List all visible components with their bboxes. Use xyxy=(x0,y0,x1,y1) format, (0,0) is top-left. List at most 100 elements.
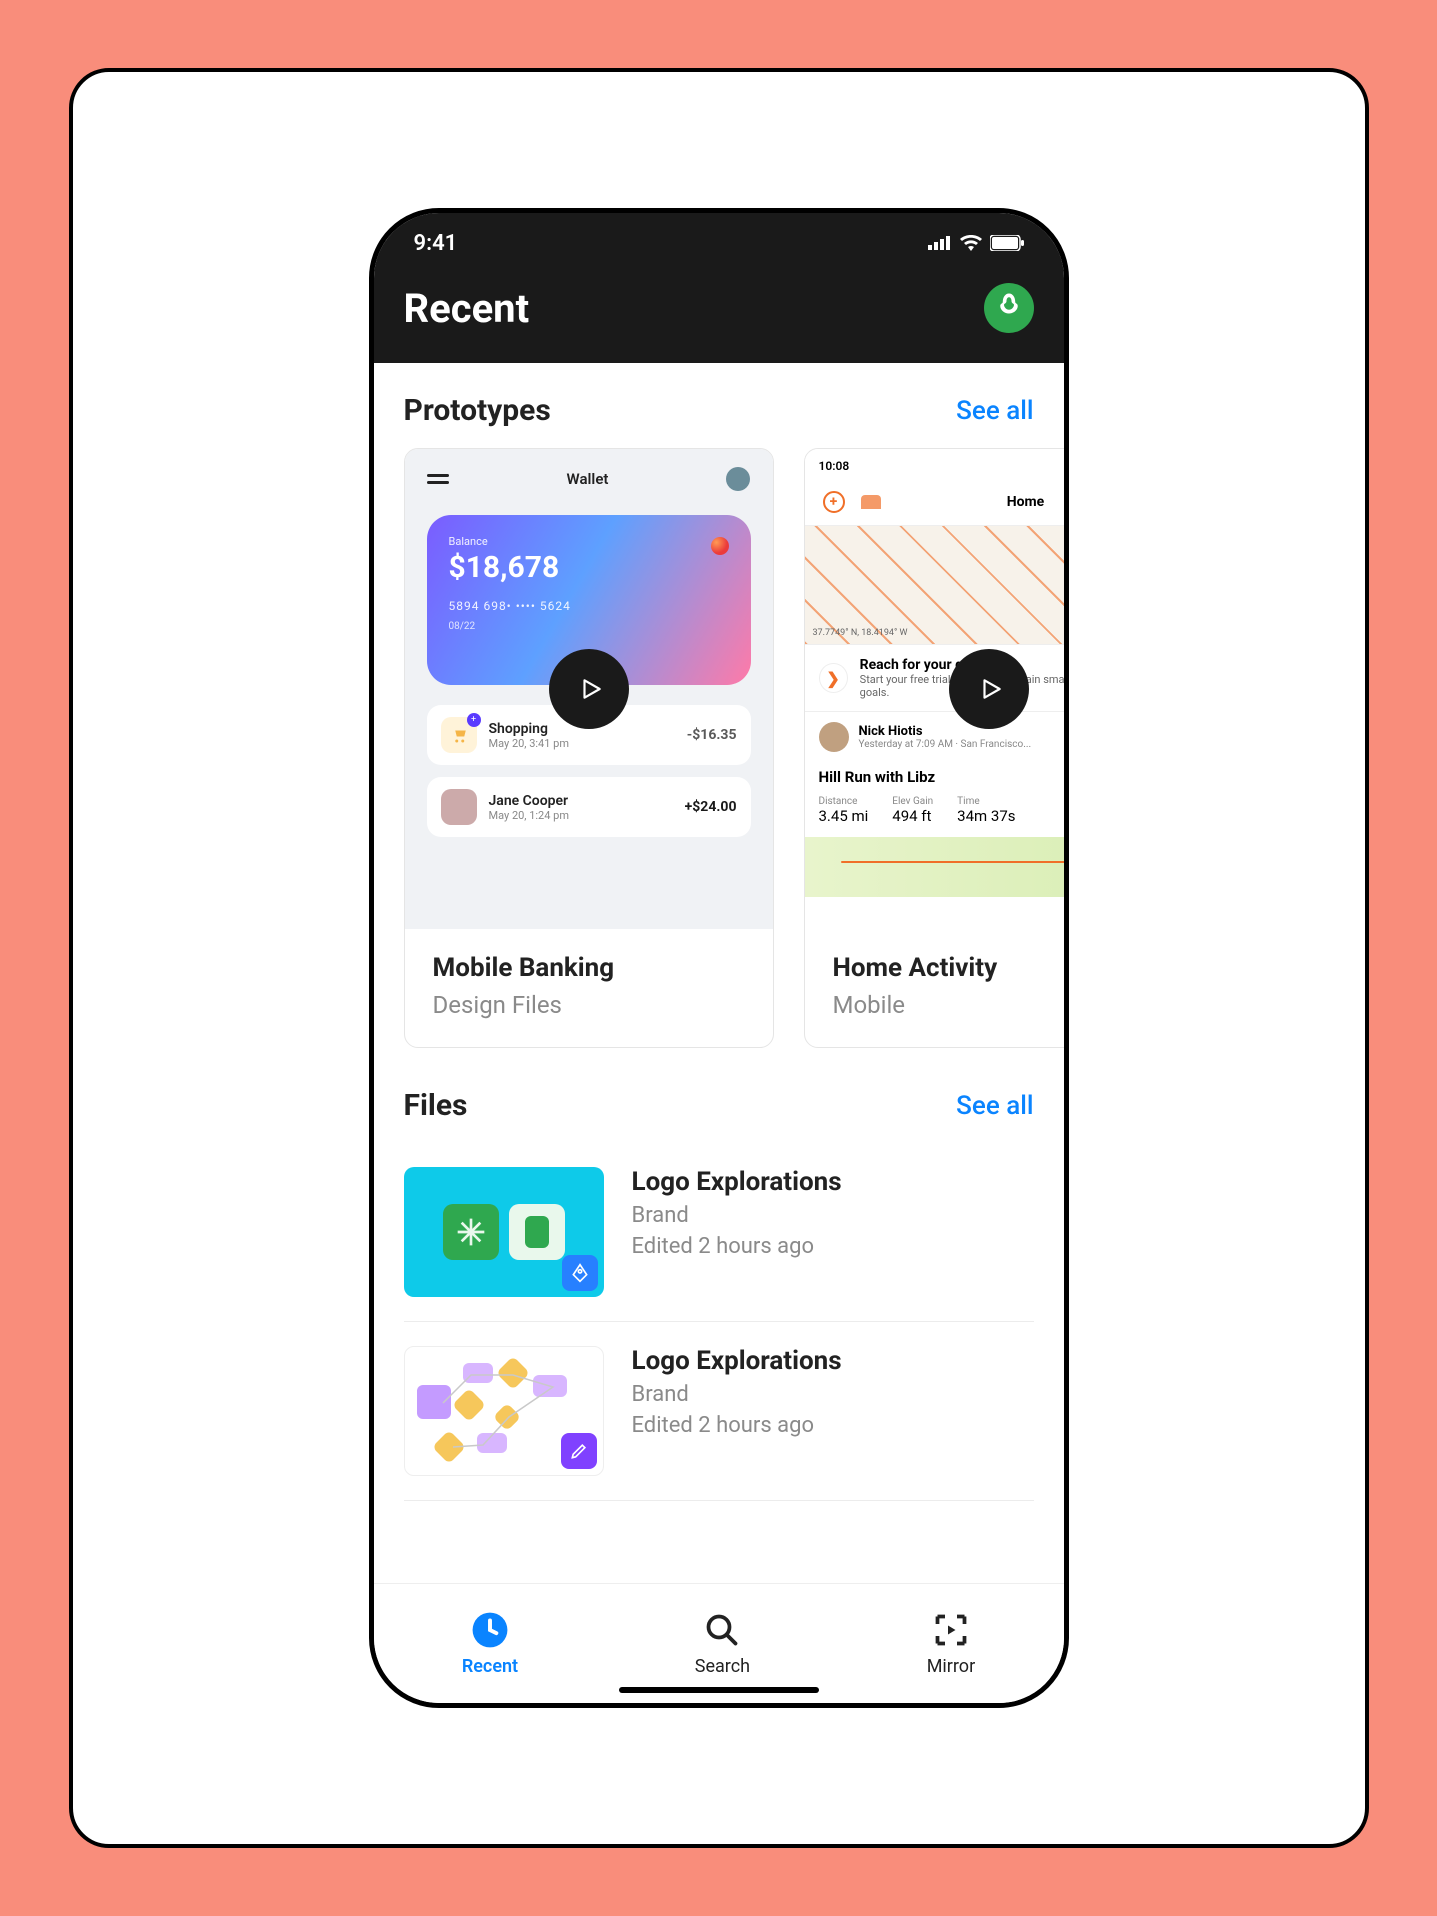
status-bar: 9:41 xyxy=(374,213,1064,273)
transaction-name: Shopping xyxy=(489,721,569,737)
wifi-icon xyxy=(960,235,982,251)
prototypes-section-header: Prototypes See all xyxy=(374,393,1064,448)
cart-icon: + xyxy=(441,717,477,753)
menu-icon xyxy=(427,474,449,484)
canvas-frame: 9:41 Recent xyxy=(69,68,1369,1848)
prototype-name: Home Activity xyxy=(833,953,1064,983)
avatar-icon xyxy=(726,467,750,491)
transaction-amount: -$16.35 xyxy=(687,727,737,743)
prototype-name: Mobile Banking xyxy=(433,953,745,983)
tab-search[interactable]: Search xyxy=(695,1610,750,1677)
activity-stats: Distance 3.45 mi Elev Gain 494 ft Time 3… xyxy=(805,792,1064,837)
file-row[interactable]: Logo Explorations Brand Edited 2 hours a… xyxy=(404,1143,1034,1322)
chevron-icon: ❯ xyxy=(819,663,848,693)
prototype-thumbnail: 10:08 ◤ + Home 37.7749° N, 18.4194° W xyxy=(805,449,1064,929)
cellular-icon xyxy=(928,236,952,250)
map-preview: 37.7749° N, 18.4194° W xyxy=(805,525,1064,645)
prototype-subtitle: Design Files xyxy=(433,991,745,1019)
tab-label: Recent xyxy=(462,1656,518,1677)
status-time: 9:41 xyxy=(414,231,458,256)
files-title: Files xyxy=(404,1088,468,1123)
coordinates: 37.7749° N, 18.4194° W xyxy=(813,628,908,638)
file-thumbnail xyxy=(404,1346,604,1476)
user-row: Nick Hiotis Yesterday at 7:09 AM · San F… xyxy=(805,712,1064,762)
avatar-icon xyxy=(819,722,849,752)
prototype-thumbnail: Wallet Balance $18,678 5894 698• •••• 56… xyxy=(405,449,773,929)
tab-bar: Recent Search Mirror xyxy=(374,1583,1064,1703)
play-icon xyxy=(578,674,604,704)
play-button[interactable] xyxy=(549,649,629,729)
card-number: 5894 698• •••• 5624 xyxy=(449,599,729,613)
transaction-amount: +$24.00 xyxy=(685,799,737,815)
mock-time: 10:08 xyxy=(819,459,850,473)
pencil-icon xyxy=(569,1441,589,1461)
play-icon xyxy=(978,674,1004,704)
prototypes-carousel[interactable]: Wallet Balance $18,678 5894 698• •••• 56… xyxy=(374,448,1064,1088)
file-row[interactable]: Logo Explorations Brand Edited 2 hours a… xyxy=(404,1322,1034,1501)
leaf-icon xyxy=(994,291,1024,325)
tab-label: Search xyxy=(695,1656,750,1677)
clock-icon xyxy=(470,1610,510,1650)
file-edited: Edited 2 hours ago xyxy=(632,1234,842,1259)
stat-value: 34m 37s xyxy=(957,807,1015,825)
files-section-header: Files See all xyxy=(374,1088,1064,1143)
stat-label: Time xyxy=(957,796,1015,807)
files-list: Logo Explorations Brand Edited 2 hours a… xyxy=(374,1143,1064,1501)
phone-frame: 9:41 Recent xyxy=(369,208,1069,1708)
user-name: Nick Hiotis xyxy=(859,724,1032,739)
logo-mark-icon xyxy=(509,1204,565,1260)
file-thumbnail xyxy=(404,1167,604,1297)
home-label: Home xyxy=(897,494,1064,510)
tab-recent[interactable]: Recent xyxy=(462,1610,518,1677)
stat-value: 494 ft xyxy=(892,807,933,825)
user-meta: Yesterday at 7:09 AM · San Francisco... xyxy=(859,739,1032,750)
prototypes-title: Prototypes xyxy=(404,393,551,428)
activity-title: Hill Run with Libz xyxy=(805,762,1064,792)
file-project: Brand xyxy=(632,1382,842,1407)
search-icon xyxy=(702,1610,742,1650)
page-title: Recent xyxy=(404,285,530,332)
route-map xyxy=(805,837,1064,897)
page-header: Recent xyxy=(374,273,1064,363)
stat-value: 3.45 mi xyxy=(819,807,869,825)
file-edited: Edited 2 hours ago xyxy=(632,1413,842,1438)
design-file-badge xyxy=(562,1255,598,1291)
people-icon xyxy=(861,495,881,509)
prototypes-see-all[interactable]: See all xyxy=(956,396,1033,426)
file-meta: Logo Explorations Brand Edited 2 hours a… xyxy=(632,1167,842,1259)
transaction-name: Jane Cooper xyxy=(489,793,569,809)
battery-icon xyxy=(990,235,1024,251)
pen-icon xyxy=(570,1263,590,1283)
file-name: Logo Explorations xyxy=(632,1167,842,1197)
status-indicators xyxy=(928,235,1024,251)
prototype-card[interactable]: Wallet Balance $18,678 5894 698• •••• 56… xyxy=(404,448,774,1048)
stat-label: Distance xyxy=(819,796,869,807)
file-name: Logo Explorations xyxy=(632,1346,842,1376)
transaction-time: May 20, 3:41 pm xyxy=(489,737,569,750)
prototype-subtitle: Mobile xyxy=(833,991,1064,1019)
tab-mirror[interactable]: Mirror xyxy=(927,1610,975,1677)
play-button[interactable] xyxy=(949,649,1029,729)
card-expiry: 08/22 xyxy=(449,621,729,632)
file-project: Brand xyxy=(632,1203,842,1228)
logo-mark-icon xyxy=(443,1204,499,1260)
figjam-file-badge xyxy=(561,1433,597,1469)
balance-label: Balance xyxy=(449,535,729,548)
balance-value: $18,678 xyxy=(449,550,729,585)
home-indicator[interactable] xyxy=(619,1687,819,1693)
main-content: Prototypes See all Wallet Balance xyxy=(374,363,1064,1583)
transaction-row: Jane Cooper May 20, 1:24 pm +$24.00 xyxy=(427,777,751,837)
file-meta: Logo Explorations Brand Edited 2 hours a… xyxy=(632,1346,842,1438)
avatar-icon xyxy=(441,789,477,825)
prototype-meta: Mobile Banking Design Files xyxy=(405,929,773,1047)
transaction-time: May 20, 1:24 pm xyxy=(489,809,569,822)
wallet-title: Wallet xyxy=(567,470,609,488)
profile-avatar[interactable] xyxy=(984,283,1034,333)
prototype-card[interactable]: 10:08 ◤ + Home 37.7749° N, 18.4194° W xyxy=(804,448,1064,1048)
stat-label: Elev Gain xyxy=(892,796,933,807)
tab-label: Mirror xyxy=(927,1656,975,1677)
mirror-icon xyxy=(931,1610,971,1650)
files-see-all[interactable]: See all xyxy=(956,1091,1033,1121)
prototype-meta: Home Activity Mobile xyxy=(805,929,1064,1047)
plus-icon: + xyxy=(823,491,845,513)
